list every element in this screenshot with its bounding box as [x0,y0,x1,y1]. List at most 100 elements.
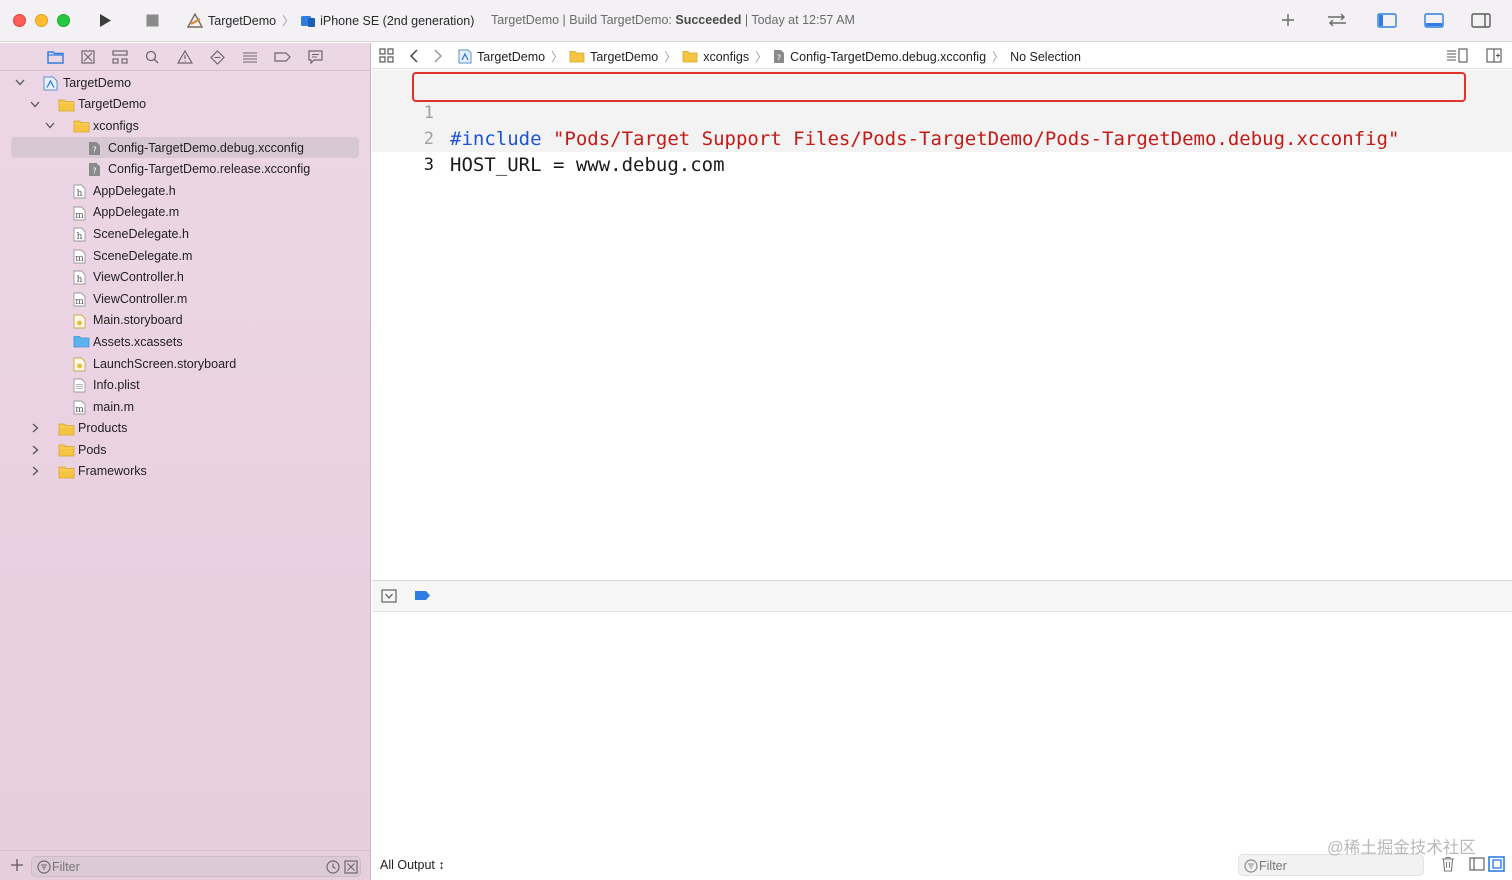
code-line-3[interactable]: 3 [372,126,434,175]
chevron-down-icon[interactable] [15,78,25,88]
tab-issue-navigator[interactable] [176,48,194,66]
breadcrumb-selection[interactable]: No Selection [1010,50,1081,64]
tree-file[interactable]: m SceneDelegate.m [0,245,370,267]
tree-group[interactable]: Pods [0,439,370,461]
output-selector[interactable]: All Output ↕ [380,858,445,872]
tree-file[interactable]: h SceneDelegate.h [0,223,370,245]
tree-file[interactable]: m ViewController.m [0,288,370,310]
code-line-2[interactable]: 2 HOST_URL = www.debug.com [372,100,725,176]
breakpoints-toggle-button[interactable] [414,590,431,604]
navigator-toggle-button[interactable] [1376,8,1398,32]
variables-view-toggle[interactable] [1469,857,1485,874]
split-editor-button[interactable] [1486,48,1502,66]
breadcrumb-label: TargetDemo [590,49,659,64]
folder-icon [46,51,64,64]
svg-text:?: ? [92,167,96,176]
run-button[interactable] [95,8,115,32]
chevron-down-icon[interactable] [30,99,40,109]
svg-text:h: h [77,275,83,285]
breadcrumb-project[interactable]: TargetDemo [458,49,545,64]
navigator-filter-input[interactable] [52,858,312,875]
tree-file[interactable]: Assets.xcassets [0,331,370,353]
console-view-toggle[interactable] [1488,856,1505,875]
chevron-right-icon[interactable] [30,423,40,433]
forward-button[interactable] [433,49,443,66]
navigator-filter[interactable] [31,856,361,877]
scheme-selector[interactable]: TargetDemo 〉 iPhone SE (2nd generation) [186,12,474,29]
inspector-toggle-button[interactable] [1470,8,1492,32]
tree-file[interactable]: ? Config-TargetDemo.debug.xcconfig [11,136,359,159]
breadcrumb-folder[interactable]: xconfigs [682,50,749,64]
chevron-right-icon[interactable] [30,466,40,476]
minimize-window-button[interactable] [35,14,48,27]
source-control-filter-icon[interactable] [344,860,358,874]
tab-debug-navigator[interactable] [241,48,259,66]
debug-toggle-icon [1424,12,1444,28]
editor-options-button[interactable] [1446,48,1468,66]
tab-report-navigator[interactable] [306,48,324,66]
breadcrumb-group[interactable]: TargetDemo [569,50,658,64]
scheme-target-label: TargetDemo [208,13,277,28]
include-keyword: #include [450,128,542,150]
code-line-1[interactable]: 1 #include "Pods/Target Support Files/Po… [372,74,1400,150]
chevron-right-icon: 〉 [992,50,1005,64]
stop-button[interactable] [142,8,162,32]
back-button[interactable] [409,49,419,66]
tab-source-control[interactable] [79,48,97,66]
tab-test-navigator[interactable] [208,48,226,66]
trash-icon [1442,856,1454,872]
split-editor-icon [1486,48,1502,63]
filter-icon [37,860,51,874]
tree-group[interactable]: TargetDemo [0,94,370,116]
related-items-button[interactable] [379,48,394,66]
debug-area-toggle-button[interactable] [1423,8,1445,32]
report-icon [307,50,323,64]
tree-item-label: Config-TargetDemo.release.xcconfig [108,162,311,177]
breadcrumb-file[interactable]: ? Config-TargetDemo.debug.xcconfig [773,49,986,64]
tree-group[interactable]: Products [0,418,370,440]
header-file-icon: h [73,270,88,285]
toolbar: TargetDemo 〉 iPhone SE (2nd generation) … [0,0,1512,42]
breadcrumb-label: TargetDemo [477,49,546,64]
tab-project-navigator[interactable] [46,48,64,66]
chevron-right-icon[interactable] [30,445,40,455]
tree-group[interactable]: xconfigs [0,115,370,137]
tree-group[interactable]: Frameworks [0,461,370,483]
xcconfig-file-icon: ? [88,141,103,155]
folder-icon [58,465,75,479]
tree-file[interactable]: h ViewController.h [0,266,370,288]
debug-nav-icon [243,52,257,63]
tree-file[interactable]: ? Config-TargetDemo.release.xcconfig [0,158,370,180]
tree-group[interactable]: TargetDemo [0,72,370,94]
tree-file[interactable]: LaunchScreen.storyboard [0,353,370,375]
zoom-window-button[interactable] [57,14,70,27]
chevron-right-icon: 〉 [282,14,295,28]
svg-text:h: h [77,189,83,199]
tree-item-label: Info.plist [93,378,140,393]
tab-find-navigator[interactable] [143,48,161,66]
hide-debug-area-button[interactable] [381,589,397,606]
chevron-down-icon[interactable] [45,121,55,131]
tree-file[interactable]: Main.storyboard [0,310,370,332]
tab-symbol-navigator[interactable] [111,48,129,66]
add-library-button[interactable] [1278,8,1298,32]
recent-files-icon[interactable] [326,860,340,874]
tree-item-label: ViewController.m [93,291,188,306]
tab-breakpoint-navigator[interactable] [273,48,291,66]
source-editor[interactable]: 1 #include "Pods/Target Support Files/Po… [372,70,1512,580]
code-review-button[interactable] [1325,8,1349,32]
clear-console-button[interactable] [1441,856,1455,875]
tree-file[interactable]: h AppDelegate.h [0,180,370,202]
tree-file[interactable]: Info.plist [0,374,370,396]
console-output[interactable] [372,612,1512,852]
close-window-button[interactable] [13,14,26,27]
tree-file[interactable]: m AppDelegate.m [0,202,370,224]
debug-bar [372,580,1512,612]
breakpoint-icon [273,52,291,62]
console-filter-input[interactable] [1259,857,1419,874]
assets-folder-icon [73,335,90,349]
tree-file[interactable]: m main.m [0,396,370,418]
build-status: TargetDemo | Build TargetDemo: Succeeded… [491,13,855,27]
tree-item-label: Frameworks [78,464,147,479]
add-file-button[interactable] [10,858,26,874]
